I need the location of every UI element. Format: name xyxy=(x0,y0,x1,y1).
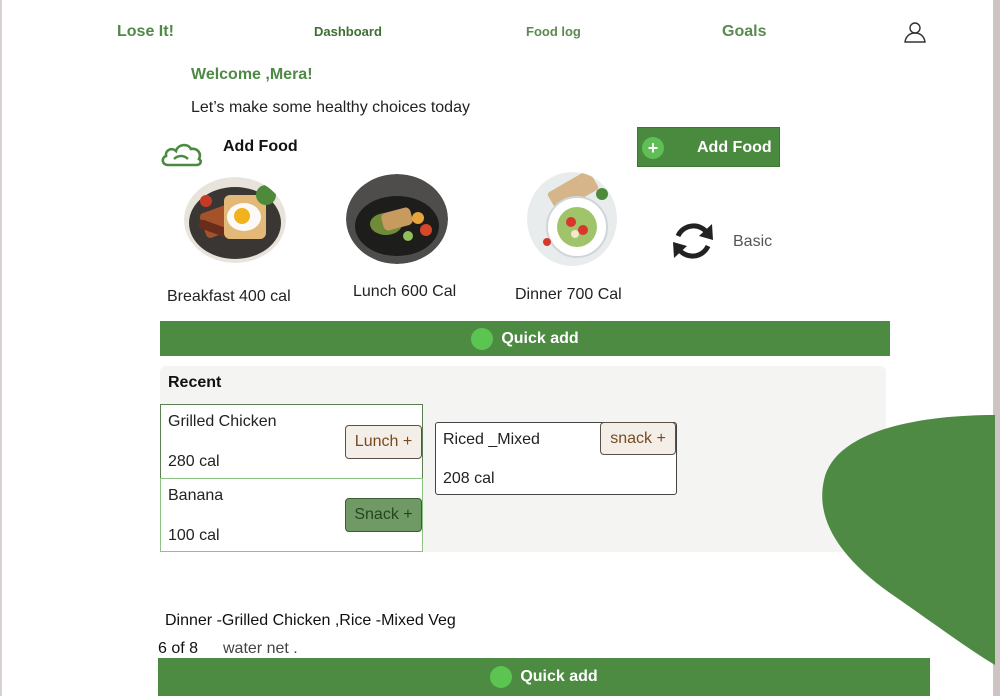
dinner-summary: Dinner -Grilled Chicken ,Rice -Mixed Veg xyxy=(165,612,456,629)
recent-title: Recent xyxy=(168,374,222,391)
water-label: water net . xyxy=(223,640,298,657)
nav-food-log[interactable]: Food log xyxy=(526,24,581,39)
water-count: 6 of 8 xyxy=(158,640,199,657)
add-lunch-button[interactable]: Lunch + xyxy=(345,425,422,459)
breakfast-photo[interactable] xyxy=(184,177,286,263)
quick-add-button-bottom[interactable]: Quick add xyxy=(158,658,930,696)
add-snack-button-riced[interactable]: snack + xyxy=(600,422,676,455)
decorative-blob xyxy=(822,415,995,665)
add-food-button[interactable]: + Add Food xyxy=(637,127,780,167)
user-icon[interactable] xyxy=(903,20,927,44)
cloud-icon xyxy=(161,143,202,167)
nav-dashboard[interactable]: Dashboard xyxy=(314,24,382,39)
plus-icon: + xyxy=(642,137,664,159)
add-food-button-label: Add Food xyxy=(697,139,772,156)
recent-item-name: Riced _Mixed xyxy=(443,431,540,448)
add-snack-button[interactable]: Snack + xyxy=(345,498,422,532)
recent-item-name: Banana xyxy=(168,487,224,504)
lunch-label: Lunch 600 Cal xyxy=(353,283,457,300)
welcome-subtitle: Let’s make some healthy choices today xyxy=(191,99,470,116)
left-border xyxy=(0,0,2,696)
plan-label: Basic xyxy=(733,233,773,250)
recent-item-cal: 100 cal xyxy=(168,527,220,544)
recent-item-name: Grilled Chicken xyxy=(168,413,277,430)
quick-add-dot-icon xyxy=(490,666,513,688)
lunch-photo[interactable] xyxy=(346,174,448,264)
quick-add-label: Quick add xyxy=(520,668,598,685)
dinner-label: Dinner 700 Cal xyxy=(515,286,622,303)
recent-item-cal: 280 cal xyxy=(168,453,220,470)
add-food-label: Add Food xyxy=(223,138,298,155)
welcome-heading: Welcome ,Mera! xyxy=(191,66,313,83)
recent-item-cal: 208 cal xyxy=(443,470,495,487)
dinner-photo[interactable] xyxy=(527,172,618,267)
brand-logo[interactable]: Lose It! xyxy=(117,23,174,41)
quick-add-dot-icon xyxy=(471,327,494,350)
quick-add-label: Quick add xyxy=(501,329,579,347)
quick-add-button[interactable]: Quick add xyxy=(160,321,890,356)
nav-goals[interactable]: Goals xyxy=(722,23,766,41)
refresh-icon[interactable] xyxy=(668,216,718,266)
breakfast-label: Breakfast 400 cal xyxy=(167,288,291,305)
